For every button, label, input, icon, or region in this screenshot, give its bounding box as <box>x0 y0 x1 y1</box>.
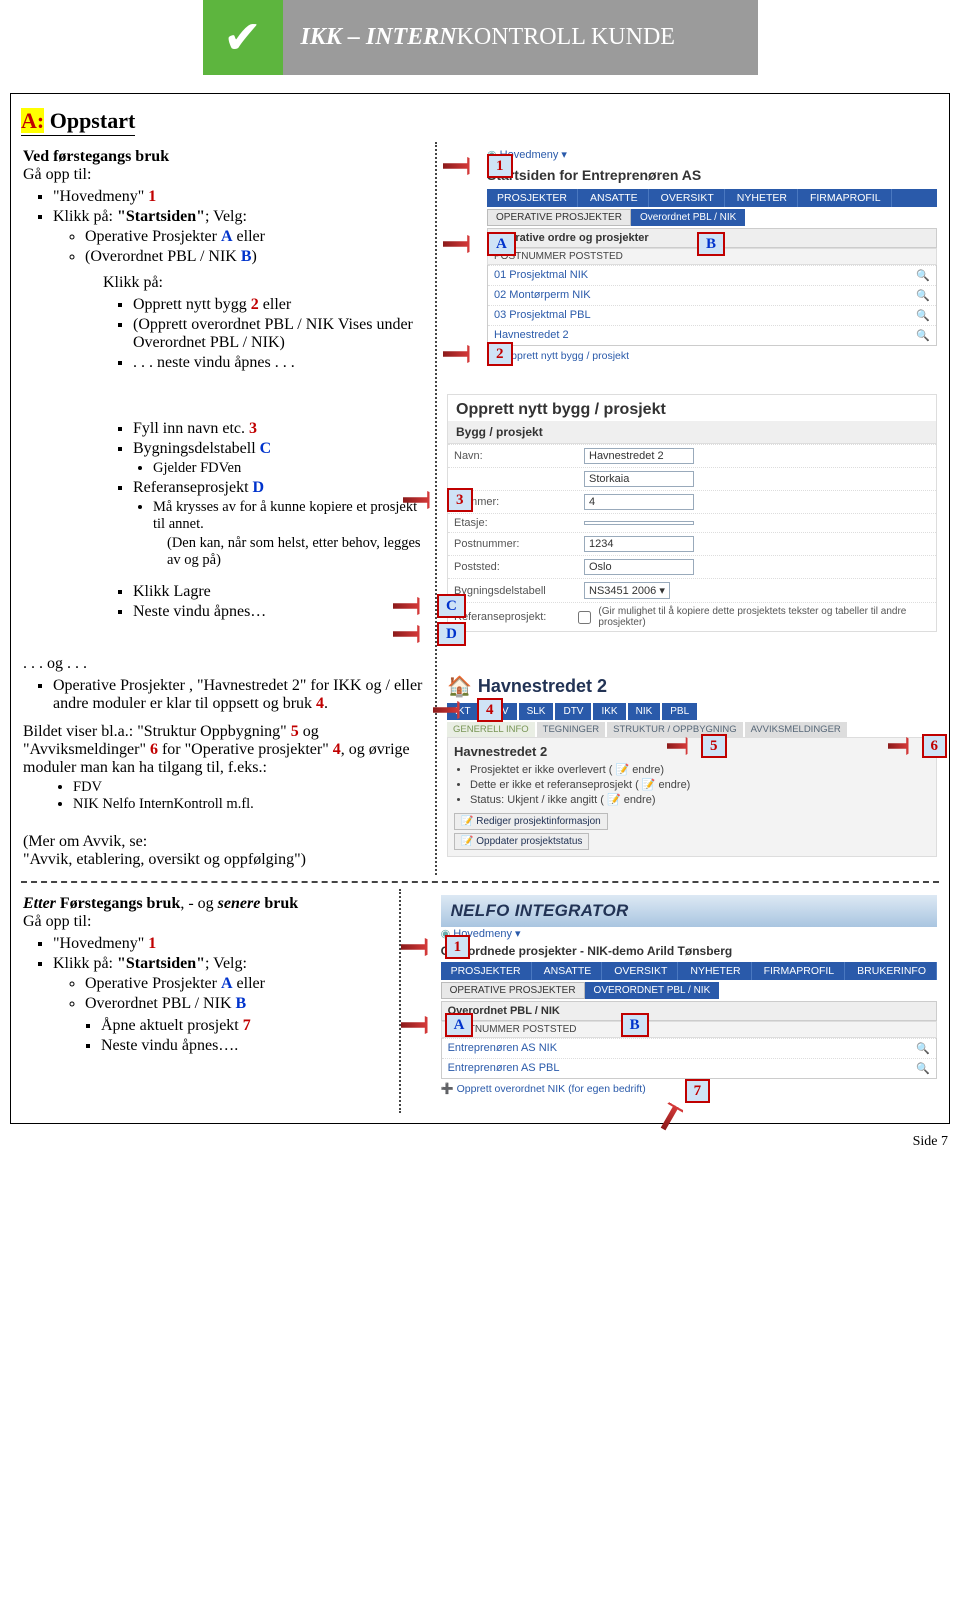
goto-line-2: Gå opp til: <box>23 913 389 931</box>
input-etasje[interactable] <box>584 521 694 525</box>
callout-4: 4 <box>477 698 503 722</box>
li-opprett-bygg: Opprett nytt bygg 2 eller <box>133 296 425 314</box>
li-bygningsdel: Bygningsdelstabell C Gjelder FDVen <box>133 440 425 477</box>
btn-oppdater[interactable]: Oppdater prosjektstatus <box>454 833 589 850</box>
callout-Ab: A <box>445 1013 474 1037</box>
list-item[interactable]: 01 Prosjektmal NIK🔍 <box>488 265 936 285</box>
callout-D: D <box>437 622 466 646</box>
callout-5: 5 <box>701 734 727 758</box>
form-title: Opprett nytt bygg / prosjekt <box>448 395 936 421</box>
info-item: Status: Ukjent / ikke angitt ( 📝 endre) <box>470 793 930 806</box>
screenshot-prosjekt: 🏠Havnestredet 2 IKTFDVSLKDTVIKKNIKPBL GE… <box>447 674 937 857</box>
main-nav-2[interactable]: PROSJEKTERANSATTEOVERSIKTNYHETERFIRMAPRO… <box>441 962 937 980</box>
callout-2: 2 <box>487 342 513 366</box>
screenshot-opprett: Opprett nytt bygg / prosjekt Bygg / pros… <box>447 394 937 632</box>
li-opprett-pbl: (Opprett overordnet PBL / NIK Vises unde… <box>133 316 425 352</box>
sub-nav[interactable]: OPERATIVE PROSJEKTEROverordnet PBL / NIK <box>487 209 937 226</box>
checkbox-refprosjekt[interactable] <box>578 611 591 624</box>
callout-1b: 1 <box>445 935 471 959</box>
li-fyll-navn: Fyll inn navn etc. 3 <box>133 420 425 438</box>
header-banner: ✔ IKK – INTERNKONTROLL KUNDE <box>203 0 758 75</box>
list-item[interactable]: 02 Montørperm NIK🔍 <box>488 285 936 305</box>
project-title: Havnestredet 2 <box>478 676 607 697</box>
list-item[interactable]: Entreprenøren AS NIK🔍 <box>442 1038 936 1058</box>
hovedmeny-link[interactable]: Hovedmeny ▾ <box>487 148 937 161</box>
screenshot-nelfo: NELFO INTEGRATOR Hovedmeny ▾ Overordnede… <box>441 895 937 1095</box>
li-operative-klar: Operative Prosjekter , "Havnestredet 2" … <box>53 677 425 713</box>
startsiden-title: Startsiden for Entreprenøren AS <box>487 167 937 183</box>
module-tabs[interactable]: IKTFDVSLKDTVIKKNIKPBL <box>447 703 937 720</box>
li-startsiden: Klikk på: "Startsiden"; Velg: Operative … <box>53 208 425 266</box>
page-number: Side 7 <box>0 1134 948 1150</box>
main-nav[interactable]: PROSJEKTERANSATTEOVERSIKTNYHETERFIRMAPRO… <box>487 189 937 207</box>
callout-6: 6 <box>922 734 948 758</box>
input-poststed[interactable]: Oslo <box>584 559 694 575</box>
info-item: Dette er ikke et referanseprosjekt ( 📝 e… <box>470 778 930 791</box>
heading-later-use: Etter Førstegangs bruk, - og senere bruk <box>23 895 389 913</box>
input-postnr[interactable]: 1234 <box>584 536 694 552</box>
callout-3: 3 <box>447 488 473 512</box>
li-hovedmeny: "Hovedmeny" 1 <box>53 188 425 206</box>
form-subhead: Bygg / prosjekt <box>448 421 936 444</box>
panel-header-2: Overordnet PBL / NIK <box>441 1001 937 1021</box>
list-item[interactable]: Havnestredet 2🔍 <box>488 325 936 345</box>
og-line: . . . og . . . <box>23 655 425 673</box>
screenshots-col-1: Hovedmeny ▾ Startsiden for Entreprenøren… <box>435 142 939 875</box>
li-overordnet: (Overordnet PBL / NIK B) <box>85 248 425 266</box>
para-bildet-viser: Bildet viser bl.a.: "Struktur Oppbygning… <box>23 723 425 777</box>
input-adresse[interactable]: Storkaia <box>584 471 694 487</box>
callout-1: 1 <box>487 154 513 178</box>
panel-sub-2: POSTNUMMER POSTSTED <box>441 1021 937 1038</box>
select-bygningsdel[interactable]: NS3451 2006 ▾ <box>584 582 670 599</box>
li-ma-krysses: Må krysses av for å kunne kopiere et pro… <box>153 499 425 533</box>
banner-title: IKK – INTERNKONTROLL KUNDE <box>283 24 758 51</box>
callout-Bb: B <box>621 1013 649 1037</box>
section-heading: A: Oppstart <box>21 108 939 136</box>
brand-header: NELFO INTEGRATOR <box>441 895 937 927</box>
page-title-nelfo: Overordnede prosjekter - NIK-demo Arild … <box>441 944 937 958</box>
mer-om-avvik: (Mer om Avvik, se: "Avvik, etablering, o… <box>23 833 425 869</box>
screenshots-col-2: NELFO INTEGRATOR Hovedmeny ▾ Overordnede… <box>399 889 939 1113</box>
list-item[interactable]: Entreprenøren AS PBL🔍 <box>442 1058 936 1078</box>
li-apne-prosjekt: Åpne aktuelt prosjekt 7 <box>101 1017 389 1035</box>
goto-line: Gå opp til: <box>23 166 425 184</box>
sub-nav-2[interactable]: OPERATIVE PROSJEKTEROVERORDNET PBL / NIK <box>441 982 937 999</box>
li-hm-2: "Hovedmeny" 1 <box>53 935 389 953</box>
li-startsiden-2: Klikk på: "Startsiden"; Velg: Operative … <box>53 955 389 1055</box>
house-icon: 🏠 <box>447 674 472 699</box>
heading-first-use: Ved førstegangs bruk <box>23 148 169 165</box>
li-neste-vindu: . . . neste vindu åpnes . . . <box>133 354 425 372</box>
li-overordnet-2: Overordnet PBL / NIK B Åpne aktuelt pros… <box>85 995 389 1055</box>
li-operative-2: Operative Prosjekter A eller <box>85 975 389 993</box>
page-frame: A: Oppstart Ved førstegangs bruk Gå opp … <box>10 93 950 1124</box>
callout-B: B <box>697 232 725 256</box>
callout-A: A <box>487 232 516 256</box>
li-neste2: Neste vindu åpnes… <box>133 603 425 621</box>
input-nummer[interactable]: 4 <box>584 494 694 510</box>
li-operative: Operative Prosjekter A eller <box>85 228 425 246</box>
hovedmeny-link-2[interactable]: Hovedmeny ▾ <box>441 927 937 940</box>
li-nik-nelfo: NIK Nelfo InternKontroll m.fl. <box>73 796 425 813</box>
callout-7: 7 <box>685 1079 711 1103</box>
instructions-block-1: Ved førstegangs bruk Gå opp til: "Hovedm… <box>21 142 431 875</box>
list-item[interactable]: 03 Prosjektmal PBL🔍 <box>488 305 936 325</box>
callout-C: C <box>437 594 466 618</box>
project-list: 01 Prosjektmal NIK🔍 02 Montørperm NIK🔍 0… <box>487 265 937 346</box>
note-legges-av: (Den kan, når som helst, etter behov, le… <box>167 535 425 569</box>
klikk-pa: Klikk på: <box>103 274 425 292</box>
opprett-bygg-link[interactable]: Opprett nytt bygg / prosjekt <box>487 349 937 362</box>
btn-rediger[interactable]: Rediger prosjektinformasjon <box>454 813 608 830</box>
li-gjelder-fdv: Gjelder FDVen <box>153 460 425 477</box>
info-item: Prosjektet er ikke overlevert ( 📝 endre) <box>470 763 930 776</box>
instructions-block-2: Etter Førstegangs bruk, - og senere bruk… <box>21 889 395 1113</box>
li-fdv: FDV <box>73 779 425 796</box>
check-icon: ✔ <box>203 15 283 61</box>
li-refprosjekt: Referanseprosjekt D Må krysses av for å … <box>133 479 425 569</box>
screenshot-startsiden: Hovedmeny ▾ Startsiden for Entreprenøren… <box>487 148 937 362</box>
li-klikk-lagre: Klikk Lagre <box>133 583 425 601</box>
input-navn[interactable]: Havnestredet 2 <box>584 448 694 464</box>
li-neste-3: Neste vindu åpnes…. <box>101 1037 389 1055</box>
